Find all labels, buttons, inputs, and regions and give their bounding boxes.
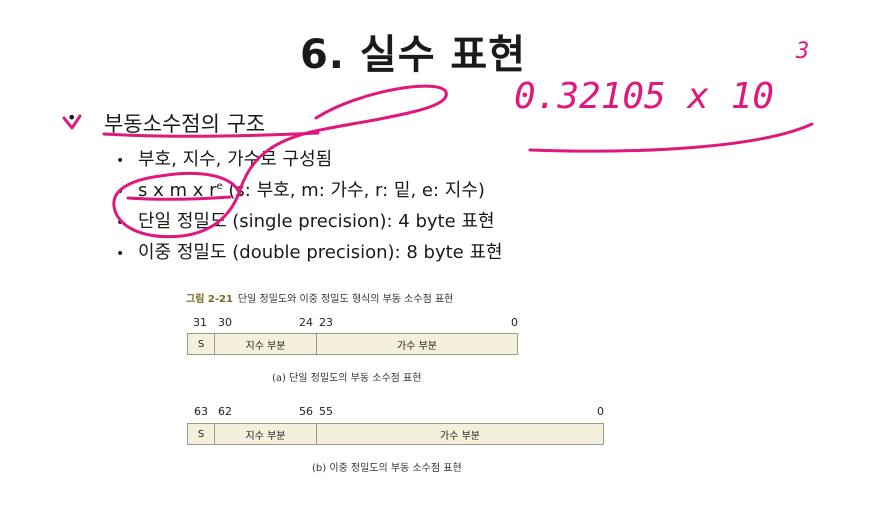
formula-underline-stroke	[126, 195, 232, 201]
slide: 6. 실수 표현 • 부동소수점의 구조 • 부호, 지수, 가수로 구성됨 • s…	[0, 0, 877, 509]
pen-annotations: 0.32105 x 10 3	[62, 39, 814, 239]
underline-stroke	[102, 131, 320, 138]
curve-stroke	[528, 122, 814, 153]
handwritten-number: 0.32105 x 10	[514, 76, 774, 117]
checkmark-stroke	[62, 114, 82, 130]
loop-stroke	[112, 84, 448, 239]
handwritten-exponent: 3	[795, 39, 809, 64]
